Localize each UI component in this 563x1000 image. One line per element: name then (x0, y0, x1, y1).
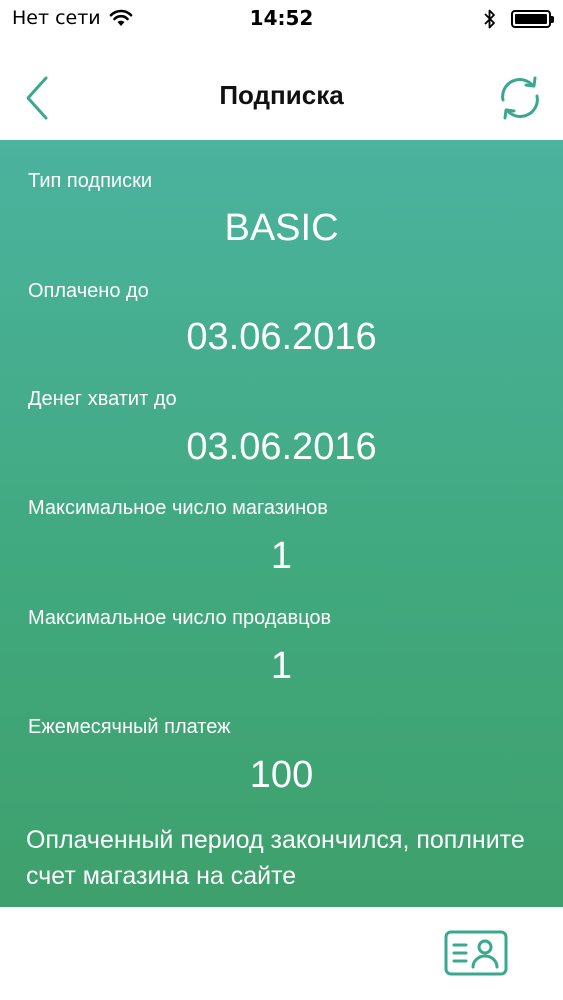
max-shops-label: Максимальное число магазинов (28, 497, 328, 519)
money-until-label: Денег хватит до (28, 388, 177, 410)
navigation-bar: Подписка (0, 40, 563, 140)
monthly-payment-value: 100 (249, 754, 314, 796)
refresh-icon[interactable] (495, 72, 545, 124)
expired-notice: Оплаченный период закончился, поплните с… (26, 826, 525, 890)
subscription-type-label: Тип подписки (28, 170, 153, 192)
subscription-details: Тип подписки BASIC Оплачено до 03.06.201… (0, 140, 563, 907)
tab-bar (0, 907, 563, 1000)
max-sellers-value: 1 (270, 645, 293, 687)
subscription-screen: Нет сети 14:52 Подписка Тип подписки BAS… (0, 0, 563, 1000)
status-bar: Нет сети 14:52 (0, 0, 563, 40)
paid-until-value: 03.06.2016 (186, 316, 377, 358)
max-sellers-label: Максимальное число продавцов (28, 607, 332, 629)
paid-until-label: Оплачено до (28, 280, 149, 302)
bluetooth-icon (484, 9, 495, 29)
subscription-type-value: BASIC (224, 207, 339, 249)
max-shops-value: 1 (270, 535, 293, 577)
money-until-value: 03.06.2016 (186, 426, 377, 468)
profile-card-icon[interactable] (444, 930, 508, 976)
battery-icon (511, 10, 554, 28)
monthly-payment-label: Ежемесячный платеж (28, 716, 231, 738)
page-title: Подписка (219, 80, 344, 110)
clock: 14:52 (249, 6, 314, 30)
